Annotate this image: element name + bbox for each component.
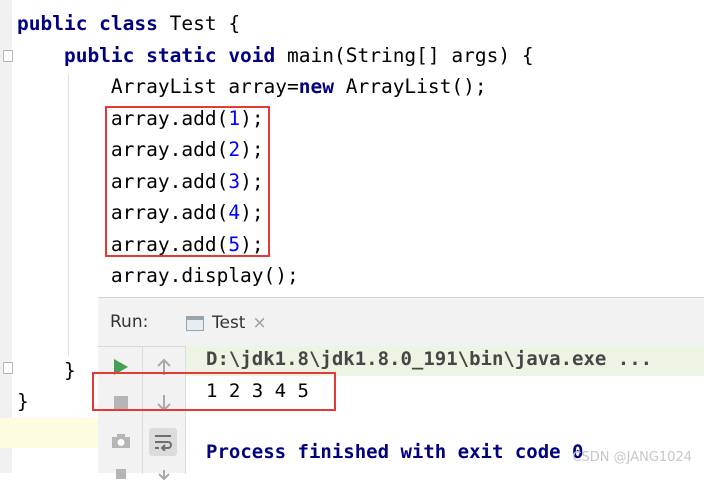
keyword-token: new [298, 75, 346, 98]
code-line: array.display(); [17, 260, 299, 292]
pin-icon [116, 469, 126, 479]
tab-test[interactable]: Test × [176, 304, 277, 342]
code-line: } [17, 359, 76, 382]
camera-icon [112, 434, 130, 448]
highlight-box-add-calls [105, 106, 270, 257]
code-token: Test { [169, 12, 241, 35]
code-token: ArrayList(); [345, 75, 487, 98]
code-line: public class Test { [17, 8, 240, 40]
close-icon[interactable]: × [252, 313, 266, 333]
code-line: public static void main(String[] args) { [17, 40, 534, 72]
tab-label: Test [212, 313, 246, 333]
console-tab-icon [186, 315, 204, 331]
code-token: main(String[] args) { [287, 43, 534, 67]
keyword-token: public class [17, 12, 170, 35]
run-label: Run: [110, 312, 149, 332]
java-command: D:\jdk1.8\jdk1.8.0_191\bin\java.exe ... [206, 348, 653, 370]
highlight-box-output [92, 372, 336, 411]
code-line: ArrayList array=new ArrayList(); [17, 71, 487, 103]
exit-message: Process finished with exit code 0 [206, 441, 584, 463]
fold-marker[interactable] [3, 362, 13, 374]
code-token: array.display(); [17, 264, 299, 287]
keyword-token: public static void [17, 43, 288, 67]
run-header: Run: Test × [98, 298, 704, 347]
code-line: } [17, 390, 29, 413]
code-token: ArrayList array= [17, 75, 299, 98]
soft-wrap-icon [155, 435, 172, 451]
scroll-end-button[interactable] [153, 464, 175, 486]
current-line-highlight [0, 418, 100, 448]
soft-wrap-button[interactable] [149, 428, 177, 456]
arrow-down-small-icon [158, 470, 170, 480]
pin-button[interactable] [110, 462, 132, 484]
screenshot-button[interactable] [110, 430, 132, 452]
watermark: CSDN @JANG1024 [572, 450, 692, 465]
